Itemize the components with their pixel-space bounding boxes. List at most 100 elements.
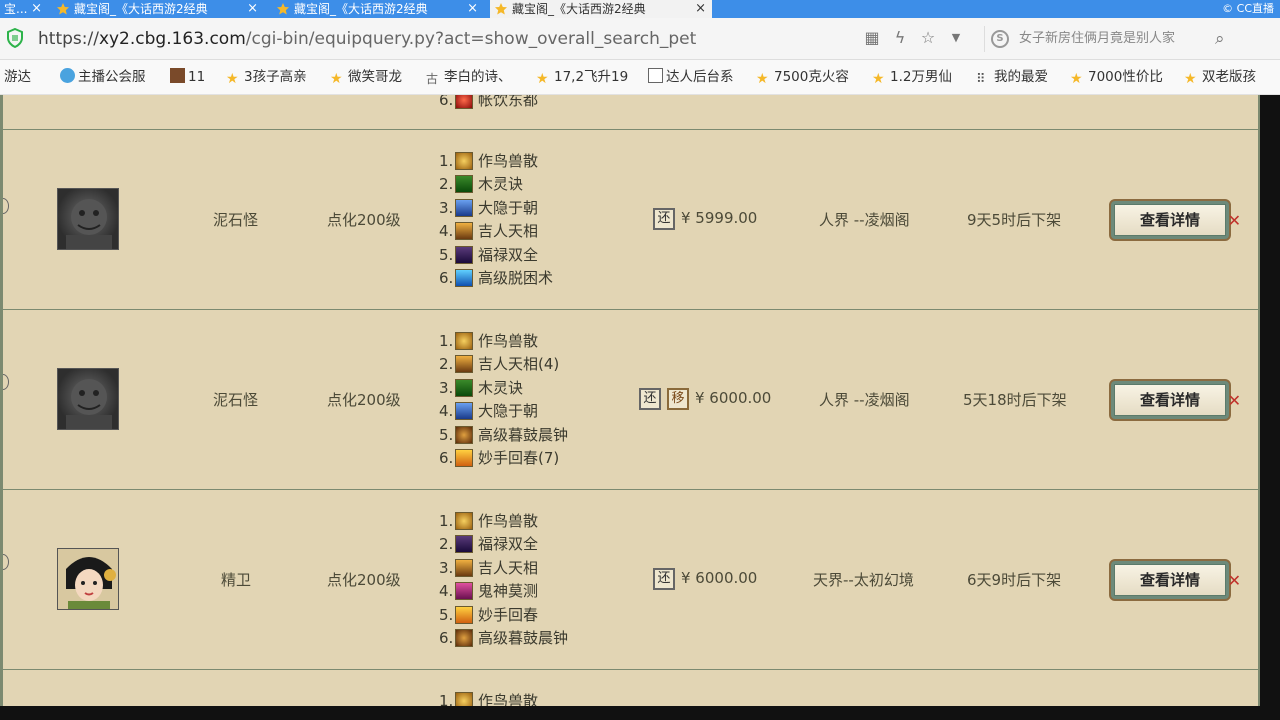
bookmark-item[interactable]: 11 — [170, 68, 205, 86]
skill-item: 3. 吉人天相 — [439, 558, 539, 577]
price-cell: 还 ¥ 5999.00 — [653, 206, 757, 230]
skill-item: 6. 高级脱困术 — [439, 268, 554, 287]
skill-escape-icon — [455, 268, 473, 287]
search-engine-icon: S — [991, 30, 1009, 48]
close-icon[interactable]: ✕ — [1228, 391, 1241, 410]
globe-icon — [60, 68, 75, 83]
bargain-badge: 还 — [653, 567, 675, 590]
skill-luck-icon — [455, 222, 473, 241]
chevron-down-icon[interactable]: ▼ — [946, 28, 966, 48]
close-icon[interactable]: ✕ — [1228, 211, 1241, 230]
view-details-button[interactable]: 查看详情 ✕ — [1109, 379, 1241, 421]
view-details-button[interactable]: 查看详情 ✕ — [1109, 199, 1241, 241]
bookmark-item[interactable]: 游达 — [4, 68, 31, 86]
skill-hide-icon — [455, 198, 473, 217]
star-bookmark-icon[interactable]: ☆ — [918, 28, 938, 48]
bookmark-item[interactable]: ★ 3孩子高亲 — [226, 68, 307, 87]
pet-name: 精卫 — [221, 571, 252, 589]
skill-item: 5. 高级暮鼓晨钟 — [439, 425, 569, 444]
table-row: 泥石怪 点化200级 1. 作鸟兽散 2. 吉人天相(4) 3. 木灵诀 4. 大隐于朝… — [3, 310, 1260, 490]
search-icon[interactable]: ⌕ — [1215, 29, 1225, 49]
server-name: 人界 --凌烟阁 — [819, 211, 910, 229]
favorite-star-icon[interactable] — [3, 554, 9, 570]
tab-partial[interactable]: 宝... × — [0, 0, 48, 18]
time-left: 5天18时后下架 — [963, 391, 1067, 409]
url-scheme: https:// — [38, 29, 99, 49]
skill-wood-icon — [455, 175, 473, 194]
star-icon: ★ — [330, 71, 343, 87]
bookmark-label: 达人后台系 — [666, 69, 734, 85]
skill-heal-icon — [455, 448, 473, 467]
close-icon[interactable]: × — [31, 0, 42, 18]
table-row: 泥石怪 点化200级 1. 作鸟兽散 2. 木灵诀 3. 大隐于朝 4. 吉人天相 5.… — [3, 130, 1260, 310]
tab-label: 宝... — [4, 2, 28, 16]
skill-list: 1. 作鸟兽散 2. 木灵诀 3. 大隐于朝 4. 吉人天相 5. 福禄双全 6. 高级脱困… — [439, 150, 553, 290]
tab-label: 藏宝阁_《大话西游2经典 — [74, 2, 208, 16]
tab-cbg-2[interactable]: 藏宝阁_《大话西游2经典 × — [272, 0, 484, 18]
bookmark-label: 游达 — [4, 69, 31, 85]
table-row: 精卫 点化200级 1. 作鸟兽散 2. 福禄双全 3. 吉人天相 4. 鬼神莫测 5.… — [3, 490, 1260, 670]
search-box[interactable]: S 女子新房住俩月竟是别人家 ⌕ — [984, 26, 1244, 52]
bookmark-label: 1.2万男仙 — [890, 69, 952, 85]
grid-icon: ⠿ — [976, 72, 986, 87]
tab-cbg-1[interactable]: 藏宝阁_《大话西游2经典 × — [52, 0, 264, 18]
close-icon[interactable]: × — [247, 0, 258, 18]
bookmark-item[interactable]: ⠿ 我的最爱 — [976, 68, 1048, 87]
url-host: xy2.cbg.163.com — [98, 29, 246, 49]
bookmark-item[interactable]: 主播公会服 — [60, 68, 146, 86]
skill-fortune-icon — [455, 535, 473, 554]
skill-item: 6. 高级暮鼓晨钟 — [439, 628, 569, 647]
favorite-star-icon[interactable] — [3, 198, 9, 214]
bookmark-item[interactable]: ★ 微笑哥龙 — [330, 68, 402, 87]
view-details-button[interactable]: 查看详情 ✕ — [1109, 559, 1241, 601]
lightning-icon[interactable]: ϟ — [890, 28, 910, 48]
pet-listing-table: 6. 帐饮东都 泥石怪 点化200级 1. 作鸟兽散 2. 木灵诀 3. 大隐于朝 4.… — [0, 95, 1260, 706]
bookmark-item[interactable]: 古李白的诗、 — [426, 68, 512, 87]
url-field[interactable]: https://xy2.cbg.163.com/cgi-bin/equipque… — [38, 28, 696, 50]
skill-item: 1. 作鸟兽散 — [439, 332, 539, 350]
bookmark-item[interactable]: 达人后台系 — [648, 68, 734, 86]
search-suggestion: 女子新房住俩月竟是别人家 — [1019, 31, 1176, 46]
tab-cbg-active[interactable]: 藏宝阁_《大话西游2经典 × — [490, 0, 712, 18]
window-edge — [0, 706, 1280, 720]
bookmark-item[interactable]: ★ 双老版孩 — [1184, 68, 1256, 87]
window-edge — [1260, 95, 1280, 706]
bookmark-item[interactable]: ★ 17,2飞升19 — [536, 68, 628, 87]
bookmark-label: 11 — [188, 69, 206, 85]
bookmark-item[interactable]: ★ 1.2万男仙 — [872, 68, 952, 87]
close-icon[interactable]: × — [467, 0, 478, 18]
secure-shield-icon[interactable] — [6, 28, 24, 48]
mud-monster-image — [66, 379, 112, 429]
skill-item: 5. 福禄双全 — [439, 245, 539, 264]
favorite-star-icon[interactable] — [3, 374, 9, 390]
qr-code-icon[interactable]: ▦ — [862, 28, 882, 48]
skill-fire-icon — [455, 95, 473, 109]
pet-level: 点化200级 — [327, 211, 401, 229]
bookmark-item[interactable]: ★ 7500克火容 — [756, 68, 849, 87]
close-icon[interactable]: × — [695, 0, 706, 18]
star-favicon-icon — [277, 3, 289, 15]
pet-avatar[interactable] — [57, 188, 119, 250]
pet-avatar[interactable] — [57, 368, 119, 430]
skill-item: 4. 大隐于朝 — [439, 402, 539, 421]
time-left: 9天5时后下架 — [967, 211, 1062, 229]
transfer-badge: 移 — [667, 387, 689, 410]
price-value: ¥ 6000.00 — [695, 389, 772, 407]
star-icon: ★ — [1070, 71, 1083, 87]
skill-beast-icon — [455, 332, 473, 350]
skill-item: 6. 帐饮东都 — [439, 95, 538, 112]
skill-hide-icon — [455, 402, 473, 421]
pet-avatar[interactable] — [57, 548, 119, 610]
bargain-badge: 还 — [653, 207, 675, 230]
jingwei-portrait-image — [58, 549, 118, 609]
skill-item: 1. 作鸟兽散 — [439, 690, 538, 706]
star-icon: ★ — [756, 71, 769, 87]
page-icon: 古 — [426, 72, 439, 86]
price-cell: 还移 ¥ 6000.00 — [639, 386, 771, 410]
tab-bar: 宝... × 藏宝阁_《大话西游2经典 × 藏宝阁_《大话西游2经典 × 藏宝阁… — [0, 0, 1280, 18]
bookmark-item[interactable]: ★ 7000性价比 — [1070, 68, 1163, 87]
skill-item: 4. 吉人天相 — [439, 222, 539, 241]
bookmarks-bar: 游达 主播公会服 11 ★ 3孩子高亲 ★ 微笑哥龙 古李白的诗、 ★ 17,2飞升1… — [0, 60, 1280, 95]
skill-item: 2. 福禄双全 — [439, 535, 539, 554]
close-icon[interactable]: ✕ — [1228, 571, 1241, 590]
